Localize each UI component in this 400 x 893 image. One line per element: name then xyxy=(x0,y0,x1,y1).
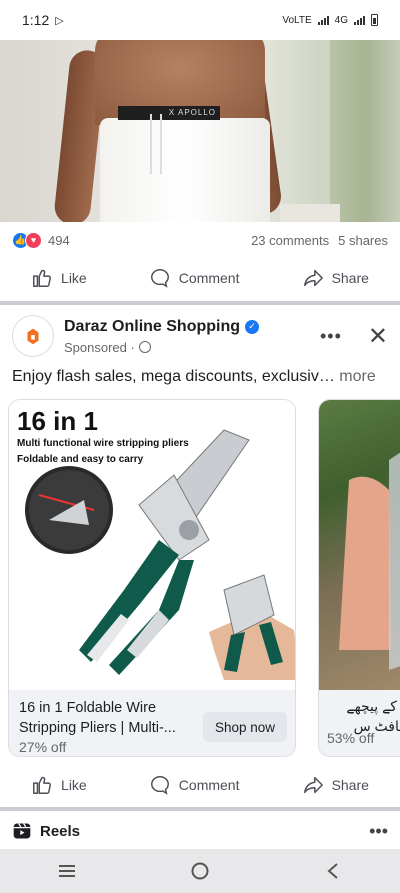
system-nav-bar xyxy=(0,849,400,893)
reels-label[interactable]: Reels xyxy=(40,823,80,840)
product-title[interactable]: 16 in 1 Foldable Wire Stripping Pliers |… xyxy=(19,698,209,738)
share-icon xyxy=(303,776,323,794)
share-button[interactable]: Share xyxy=(302,267,369,289)
reels-icon xyxy=(13,823,31,839)
sponsored-label: Sponsored · xyxy=(64,340,259,355)
reels-section-header: Reels ••• xyxy=(0,813,400,849)
ad-like-button[interactable]: Like xyxy=(31,774,87,796)
verified-badge-icon: ✓ xyxy=(245,319,260,334)
home-icon[interactable] xyxy=(180,851,220,891)
page-name[interactable]: Daraz Online Shopping ✓ xyxy=(64,318,260,336)
volte-icon: VoLTE xyxy=(282,14,312,26)
globe-icon xyxy=(138,341,151,353)
shop-now-button[interactable]: Shop now xyxy=(203,712,287,742)
waistband: X APOLLO xyxy=(118,106,220,120)
white-pants xyxy=(100,118,270,222)
love-reaction-icon: ♥ xyxy=(25,231,42,249)
share-icon xyxy=(303,269,323,287)
close-icon[interactable]: ✕ xyxy=(368,322,388,351)
post-actions: Like Comment Share xyxy=(0,257,400,299)
pliers-illustration xyxy=(25,429,295,680)
status-bar: 1:12 ▷ VoLTE 4G xyxy=(0,0,400,40)
recent-apps-icon[interactable] xyxy=(47,851,87,891)
share-count[interactable]: 5 shares xyxy=(338,233,388,248)
reels-more-icon[interactable]: ••• xyxy=(369,821,388,842)
more-options-icon[interactable]: ••• xyxy=(320,326,342,347)
battery-icon xyxy=(371,14,378,26)
ad-post-header: Daraz Online Shopping ✓ Sponsored · ••• … xyxy=(0,306,400,366)
thumbs-up-icon xyxy=(33,776,52,794)
carousel-card-2[interactable]: ل کے پیچھے سافٹ س 53% off xyxy=(318,399,400,757)
clock: 1:12 xyxy=(22,12,50,28)
ad-caption: Enjoy flash sales, mega discounts, exclu… xyxy=(12,368,376,385)
ad-comment-button[interactable]: Comment xyxy=(149,774,239,796)
page-avatar[interactable] xyxy=(12,315,54,357)
back-icon[interactable] xyxy=(313,851,353,891)
comment-count[interactable]: 23 comments xyxy=(251,233,329,248)
daraz-logo-icon xyxy=(27,328,39,345)
like-button[interactable]: Like xyxy=(31,267,87,289)
product-title-2-line-1[interactable]: ل کے پیچھے xyxy=(327,696,400,716)
post-photo[interactable]: X APOLLO xyxy=(0,40,400,222)
reactions-summary[interactable]: 👍 ♥ 494 23 comments 5 shares xyxy=(0,226,400,254)
carousel-card-1[interactable]: 16 in 1 Multi functional wire stripping … xyxy=(8,399,296,757)
ad-post-actions: Like Comment Share xyxy=(0,764,400,806)
product-image-2[interactable] xyxy=(319,400,400,690)
network-type: 4G xyxy=(334,14,348,26)
comment-icon xyxy=(150,776,169,795)
curtain xyxy=(330,40,400,222)
comment-icon xyxy=(150,269,169,288)
post-divider-2 xyxy=(0,807,400,811)
product-image[interactable]: 16 in 1 Multi functional wire stripping … xyxy=(9,400,295,690)
see-more-link[interactable]: more xyxy=(335,368,375,385)
thumbs-up-icon xyxy=(33,269,52,287)
post-divider xyxy=(0,301,400,305)
reaction-count[interactable]: 494 xyxy=(48,233,70,248)
signal-icon xyxy=(317,15,329,25)
play-icon: ▷ xyxy=(55,14,64,27)
signal-icon-2 xyxy=(354,15,365,25)
ad-share-button[interactable]: Share xyxy=(302,774,369,796)
comment-button[interactable]: Comment xyxy=(149,267,239,289)
